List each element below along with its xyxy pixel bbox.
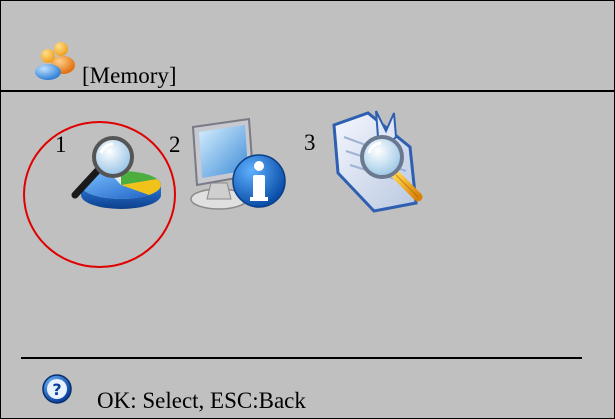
menu-item-3[interactable]: 3 [304, 107, 454, 219]
system-info-icon [183, 113, 289, 222]
users-icon [34, 41, 78, 81]
header-divider [1, 90, 614, 92]
memory-screen: [Memory] 1 2 3 ? OK: Select, ESC:Back [0, 0, 615, 419]
disk-usage-search-icon [61, 133, 161, 218]
page-title: [Memory] [82, 63, 177, 88]
menu-item-2[interactable]: 2 [169, 113, 291, 221]
footer-divider [21, 357, 582, 359]
svg-text:?: ? [52, 380, 61, 399]
menu-item-number: 3 [304, 130, 316, 155]
document-search-icon [330, 107, 448, 220]
help-icon: ? [41, 373, 73, 405]
menu-item-number: 2 [169, 132, 181, 157]
footer-hint: OK: Select, ESC:Back [97, 388, 306, 413]
menu-item-1[interactable]: 1 [55, 131, 165, 226]
